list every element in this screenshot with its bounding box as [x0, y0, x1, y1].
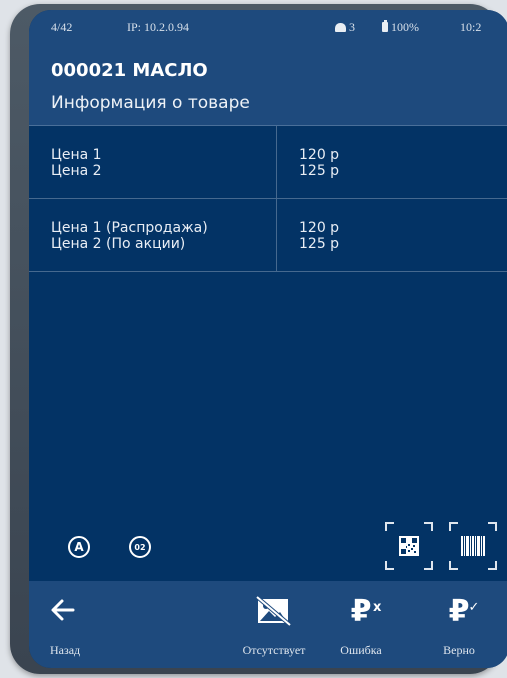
person-icon	[335, 23, 346, 32]
status-battery-level: 100%	[391, 20, 419, 34]
missing-button[interactable]: Отсутствует	[229, 581, 319, 668]
price-label: Цена 2	[51, 163, 102, 179]
price-row: Цена 1 (Распродажа) Цена 2 (По акции) 12…	[29, 199, 507, 272]
price-label: Цена 1	[51, 147, 102, 163]
battery-icon	[382, 20, 388, 32]
status-battery: 100%	[382, 20, 419, 35]
back-button[interactable]: Назад	[33, 581, 89, 668]
scan-barcode-button[interactable]	[449, 522, 497, 570]
badge-02-icon[interactable]: 02	[129, 536, 151, 558]
status-counter: 4/42	[51, 20, 73, 34]
image-missing-icon	[255, 595, 292, 627]
price-label: Цена 1 (Распродажа)	[51, 220, 208, 236]
action-bar: Назад Отсутствует ₽ x Ошибка ₽ ✓ Верно	[29, 581, 507, 668]
price-label: Цена 2 (По акции)	[51, 236, 186, 252]
price-values: 120 р 125 р	[299, 147, 339, 179]
price-values: 120 р 125 р	[299, 220, 339, 252]
status-ip: IP: 10.2.0.94	[127, 20, 190, 34]
price-value: 120 р	[299, 147, 340, 163]
device-frame: 4/42 IP: 10.2.0.94 3 100% 10:2 000021 МА…	[10, 4, 507, 674]
column-divider	[276, 199, 277, 271]
error-button[interactable]: ₽ x Ошибка	[329, 581, 393, 668]
status-bar: 4/42 IP: 10.2.0.94 3 100% 10:2	[29, 10, 507, 50]
price-labels: Цена 1 (Распродажа) Цена 2 (По акции)	[51, 220, 208, 252]
scan-qr-button[interactable]	[385, 522, 433, 570]
qr-code-scan-icon	[399, 536, 419, 556]
back-label: Назад	[50, 643, 81, 657]
status-time: 10:2	[460, 20, 482, 34]
ruble-check-icon: ₽ ✓	[448, 594, 480, 629]
price-row: Цена 1 Цена 2 120 р 125 р	[29, 126, 507, 199]
column-divider	[276, 126, 277, 198]
product-title: 000021 МАСЛО	[51, 60, 208, 81]
arrow-left-icon	[51, 599, 75, 621]
page-subtitle: Информация о товаре	[51, 93, 250, 113]
barcode-scan-icon	[461, 536, 485, 556]
price-value: 125 р	[299, 236, 340, 252]
badge-a-icon[interactable]: A	[68, 536, 90, 558]
correct-label: Верно	[443, 643, 475, 657]
status-users: 3	[335, 20, 355, 35]
ruble-x-icon: ₽ x	[350, 594, 382, 629]
device-screen: 4/42 IP: 10.2.0.94 3 100% 10:2 000021 МА…	[29, 10, 507, 668]
price-value: 125 р	[299, 163, 340, 179]
price-value: 120 р	[299, 220, 340, 236]
status-users-count: 3	[349, 20, 355, 34]
product-header: 000021 МАСЛО Информация о товаре	[29, 50, 507, 126]
price-labels: Цена 1 Цена 2	[51, 147, 102, 179]
missing-label: Отсутствует	[242, 643, 306, 657]
error-label: Ошибка	[340, 643, 382, 657]
correct-button[interactable]: ₽ ✓ Верно	[427, 581, 491, 668]
price-table: Цена 1 Цена 2 120 р 125 р Цена 1 (Распро…	[29, 126, 507, 272]
